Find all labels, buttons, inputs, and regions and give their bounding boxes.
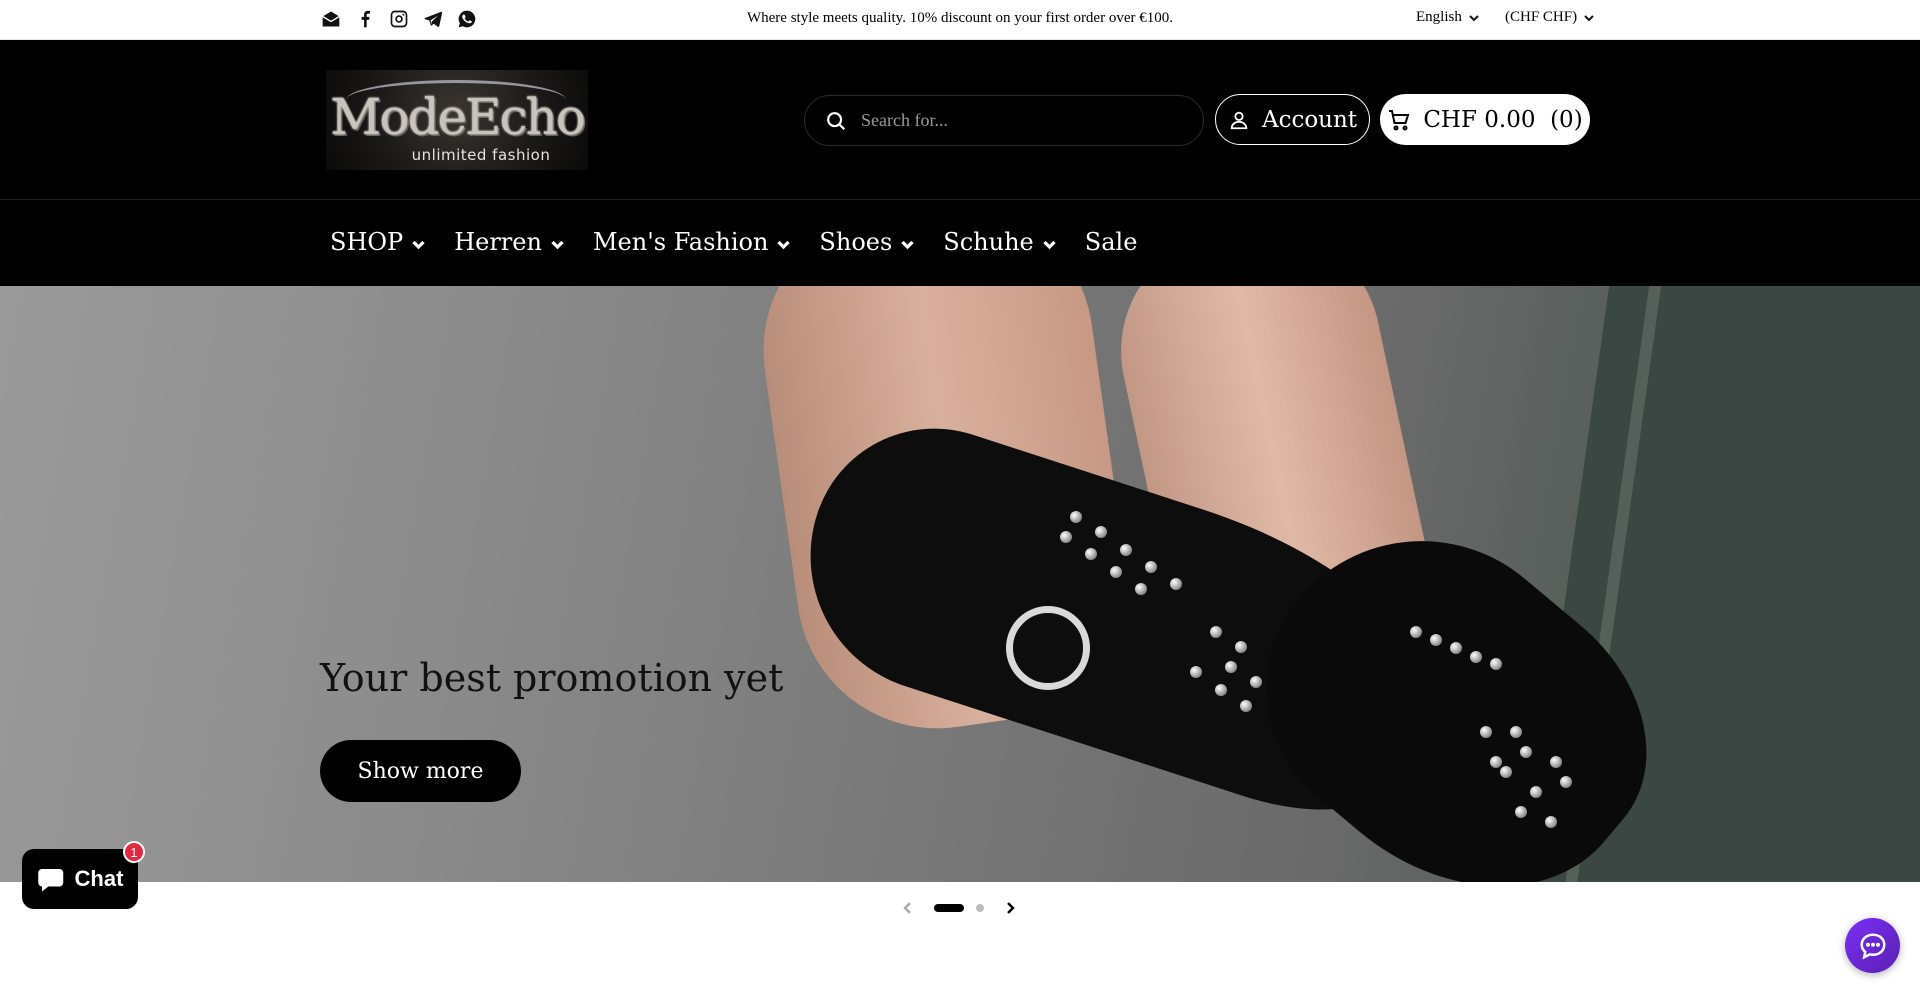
cart-label: CHF 0.00 (0) [1423,106,1583,133]
hero-image-buckle [1006,606,1090,690]
hero-image-stud [1470,651,1482,663]
slider-controls [900,900,1018,916]
hero-image-stud [1450,642,1462,654]
chevron-left-icon[interactable] [900,900,916,916]
hero-image-stud [1490,756,1502,768]
chevron-down-icon [1584,14,1594,21]
search-input[interactable] [861,110,1181,131]
hero-image-stud [1070,511,1082,523]
chat-button[interactable]: Chat [22,849,138,909]
chevron-down-icon [551,240,564,249]
currency-selector[interactable]: (CHF CHF) [1505,9,1595,26]
chevron-down-icon [412,240,425,249]
hero-image-stud [1500,766,1512,778]
announcement-bar: Where style meets quality. 10% discount … [0,0,1920,40]
hero-image-stud [1560,776,1572,788]
hero-image-stud [1085,548,1097,560]
site-logo[interactable]: ModeEcho unlimited fashion [326,70,588,170]
account-label: Account [1261,106,1358,133]
nav-item-label: Shoes [819,228,893,256]
announcement-text: Where style meets quality. 10% discount … [746,10,1173,26]
hero-image-stud [1060,531,1072,543]
hero-image-stud [1240,700,1252,712]
logo-tagline: unlimited fashion [411,146,551,164]
hero-image-stud [1410,626,1422,638]
currency-label: (CHF CHF) [1505,9,1578,25]
messenger-button[interactable] [1845,918,1900,973]
nav-item-label: Men's Fashion [592,228,769,256]
nav-item-shoes[interactable]: Shoes [819,228,915,256]
nav-item-schuhe[interactable]: Schuhe [943,228,1056,256]
hero-image-stud [1215,684,1227,696]
hero-image-stud [1120,544,1132,556]
nav-item-label: SHOP [330,228,404,256]
hero-image-stud [1235,641,1247,653]
nav-item-sale[interactable]: Sale [1085,228,1138,256]
message-icon [1859,932,1886,960]
hero-image-stud [1145,561,1157,573]
hero-image-stud [1510,726,1522,738]
hero-image-stud [1520,746,1532,758]
show-more-button[interactable]: Show more [320,740,521,802]
user-icon [1230,111,1248,129]
chevron-down-icon [901,240,914,249]
hero-image-stud [1135,583,1147,595]
nav-item-label: Sale [1084,228,1138,256]
hero-image-stud [1190,666,1202,678]
nav-item-label: Herren [454,228,542,256]
hero-image-stud [1515,806,1527,818]
hero-image-stud [1550,756,1562,768]
logo-text: ModeEcho [330,88,586,146]
chat-icon [37,869,63,892]
cart-button[interactable]: CHF 0.00 (0) [1380,94,1590,145]
search-icon [827,111,846,130]
chevron-down-icon [777,240,791,249]
hero-image-stud [1490,658,1502,670]
hero-image-stud [1480,726,1492,738]
slide-dot-active[interactable] [934,904,964,912]
header-divider [0,199,1920,200]
chat-label: Chat [74,866,124,891]
nav-item-mens-fashion[interactable]: Men's Fashion [593,228,791,256]
chevron-down-icon [1043,240,1056,249]
account-button[interactable]: Account [1215,94,1370,145]
slide-dot[interactable] [976,904,984,912]
hero-image-stud [1430,634,1442,646]
announcement-text-wrap: Where style meets quality. 10% discount … [0,10,1920,27]
hero-image-stud [1095,526,1107,538]
hero-image-stud [1545,816,1557,828]
hero-image-stud [1530,786,1542,798]
site-header: ModeEcho unlimited fashion Account CHF 0… [0,40,1920,286]
chevron-down-icon [1469,14,1479,21]
nav-item-shop[interactable]: SHOP [330,228,426,256]
language-label: English [1416,9,1462,25]
main-nav: SHOP Herren Men's Fashion Shoes Schuhe S… [330,228,1137,256]
nav-item-label: Schuhe [943,228,1034,256]
language-selector[interactable]: English [1416,9,1480,26]
hero-image-stud [1250,676,1262,688]
hero-image-stud [1170,578,1182,590]
hero-banner: Your best promotion yet Show more [0,286,1920,882]
nav-item-herren[interactable]: Herren [454,228,565,256]
cart-icon [1389,109,1410,130]
search-bar[interactable] [804,95,1204,146]
hero-title: Your best promotion yet [320,656,784,700]
chevron-right-icon[interactable] [1002,900,1018,916]
hero-image-stud [1225,661,1237,673]
chat-badge: 1 [123,841,145,863]
hero-image-stud [1110,566,1122,578]
hero-image-stud [1210,626,1222,638]
